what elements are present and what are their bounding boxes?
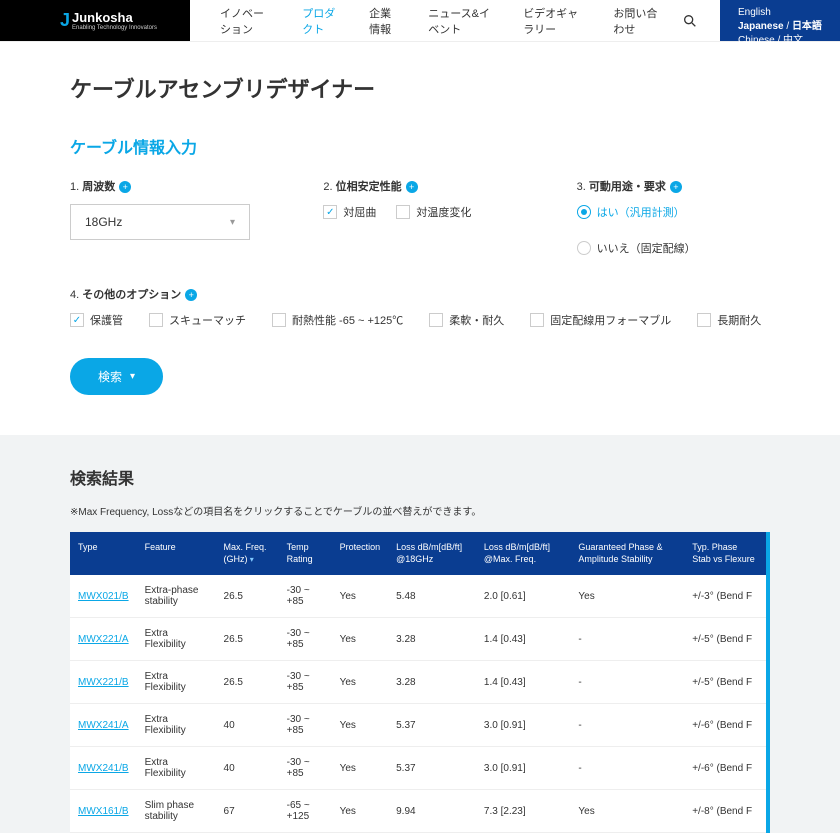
section-title: ケーブル情報入力 — [70, 134, 770, 158]
nav-item[interactable]: ビデオギャラリー — [523, 5, 585, 37]
checkbox-icon — [530, 313, 544, 327]
table-row: MWX161/BSlim phase stability67-65 ~ +125… — [70, 790, 766, 833]
nav-item[interactable]: お問い合わせ — [613, 5, 660, 37]
other-option[interactable]: 耐熱性能 -65 ~ +125℃ — [272, 312, 403, 328]
phase-option[interactable]: 対温度変化 — [396, 204, 471, 220]
nav-item[interactable]: 企業情報 — [369, 5, 400, 37]
other-opts-label: その他のオプション — [82, 289, 181, 301]
search-icon[interactable] — [660, 0, 720, 41]
language-switcher[interactable]: English Japanese / 日本語 Chinese / 中文 — [720, 0, 840, 41]
brand-tagline: Enabling Technology Innovators — [72, 25, 157, 31]
other-option[interactable]: 固定配線用フォーマブル — [530, 312, 671, 328]
usage-option[interactable]: いいえ（固定配線） — [577, 240, 696, 256]
checkbox-icon — [429, 313, 443, 327]
chevron-down-icon: ▾ — [230, 217, 235, 228]
table-row: MWX021/BExtra-phase stability26.5-30 ~ +… — [70, 575, 766, 618]
col-header[interactable]: Temp Rating — [279, 532, 332, 575]
table-row: MWX221/BExtra Flexibility26.5-30 ~ +85Ye… — [70, 661, 766, 704]
freq-label: 周波数 — [82, 181, 115, 193]
other-option[interactable]: 長期耐久 — [697, 312, 761, 328]
col-header[interactable]: Max. Freq. (GHz) ▾ — [216, 532, 279, 575]
sort-indicator-icon: ▾ — [248, 555, 254, 564]
lang-cn-right[interactable]: 中文 — [783, 35, 803, 46]
lang-jp-right[interactable]: 日本語 — [792, 21, 822, 32]
type-link[interactable]: MWX221/B — [78, 677, 129, 688]
col-header[interactable]: Feature — [137, 532, 216, 575]
info-icon[interactable]: + — [185, 289, 197, 301]
other-option[interactable]: 保護管 — [70, 312, 123, 328]
lang-jp-left[interactable]: Japanese — [738, 21, 784, 32]
table-row: MWX241/AExtra Flexibility40-30 ~ +85Yes5… — [70, 704, 766, 747]
results-table: TypeFeatureMax. Freq. (GHz) ▾Temp Rating… — [70, 532, 766, 833]
search-button-label: 検索 — [98, 368, 122, 385]
results-heading: 検索結果 — [70, 465, 770, 489]
col-header[interactable]: Typ. Phase Stab vs Flexure — [684, 532, 766, 575]
info-icon[interactable]: + — [670, 181, 682, 193]
checkbox-icon — [323, 205, 337, 219]
brand-name: Junkosha — [72, 10, 133, 25]
table-row: MWX221/AExtra Flexibility26.5-30 ~ +85Ye… — [70, 618, 766, 661]
frequency-value: 18GHz — [85, 215, 122, 229]
phase-label: 位相安定性能 — [336, 181, 402, 193]
type-link[interactable]: MWX161/B — [78, 806, 129, 817]
lang-english[interactable]: English — [738, 6, 822, 20]
info-icon[interactable]: + — [406, 181, 418, 193]
main-nav: イノベーションプロダクト企業情報ニュース&イベントビデオギャラリーお問い合わせ — [190, 0, 660, 41]
logo[interactable]: J Junkosha Enabling Technology Innovator… — [0, 0, 190, 41]
chevron-down-icon: ▾ — [130, 371, 135, 382]
usage-label: 可動用途・要求 — [589, 181, 666, 193]
radio-icon — [577, 241, 591, 255]
frequency-select[interactable]: 18GHz ▾ — [70, 204, 250, 240]
nav-item[interactable]: プロダクト — [302, 5, 341, 37]
col-header[interactable]: Protection — [332, 532, 389, 575]
type-link[interactable]: MWX221/A — [78, 634, 129, 645]
col-header[interactable]: Loss dB/m[dB/ft] @Max. Freq. — [476, 532, 571, 575]
table-row: MWX241/BExtra Flexibility40-30 ~ +85Yes5… — [70, 747, 766, 790]
search-button[interactable]: 検索 ▾ — [70, 358, 163, 395]
radio-icon — [577, 205, 591, 219]
col-header[interactable]: Type — [70, 532, 137, 575]
results-note: ※Max Frequency, Lossなどの項目名をクリックすることでケーブル… — [70, 503, 770, 518]
type-link[interactable]: MWX021/B — [78, 591, 129, 602]
nav-item[interactable]: イノベーション — [220, 5, 274, 37]
nav-item[interactable]: ニュース&イベント — [428, 5, 495, 37]
col-header[interactable]: Guaranteed Phase & Amplitude Stability — [570, 532, 684, 575]
other-option[interactable]: 柔軟・耐久 — [429, 312, 504, 328]
checkbox-icon — [70, 313, 84, 327]
checkbox-icon — [697, 313, 711, 327]
type-link[interactable]: MWX241/B — [78, 763, 129, 774]
info-icon[interactable]: + — [119, 181, 131, 193]
usage-option[interactable]: はい（汎用計測） — [577, 204, 685, 220]
checkbox-icon — [396, 205, 410, 219]
logo-mark-icon: J — [60, 10, 70, 31]
type-link[interactable]: MWX241/A — [78, 720, 129, 731]
topbar: J Junkosha Enabling Technology Innovator… — [0, 0, 840, 42]
checkbox-icon — [272, 313, 286, 327]
phase-option[interactable]: 対屈曲 — [323, 204, 376, 220]
other-option[interactable]: スキューマッチ — [149, 312, 246, 328]
lang-cn-left[interactable]: Chinese — [738, 35, 775, 46]
page-title: ケーブルアセンブリデザイナー — [70, 72, 770, 104]
col-header[interactable]: Loss dB/m[dB/ft] @18GHz — [388, 532, 476, 575]
checkbox-icon — [149, 313, 163, 327]
